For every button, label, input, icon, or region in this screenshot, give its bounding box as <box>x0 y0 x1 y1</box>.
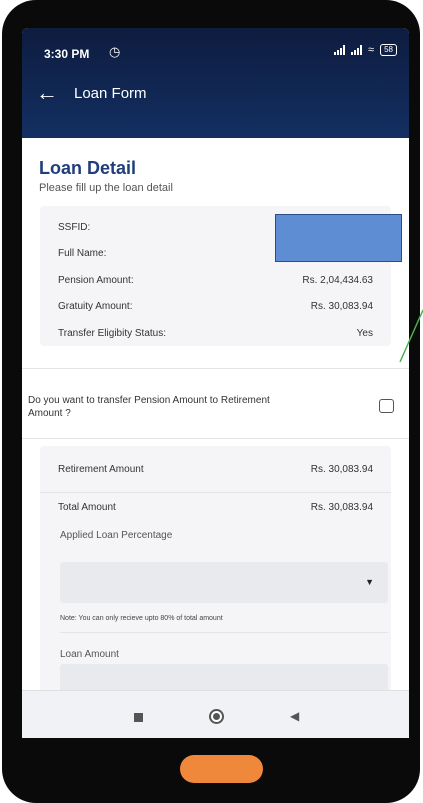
annotation-stroke <box>399 309 423 363</box>
annotation-line <box>399 309 423 363</box>
